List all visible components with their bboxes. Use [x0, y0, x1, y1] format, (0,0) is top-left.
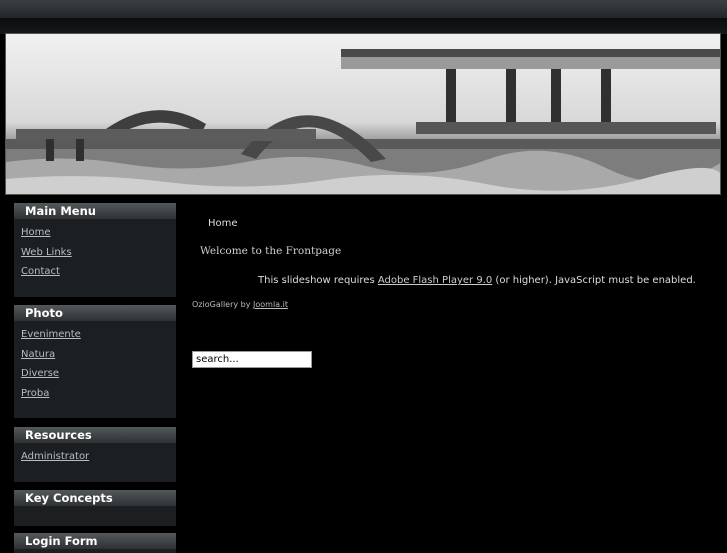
sidebar: Main Menu Home Web Links Contact Photo E…: [14, 203, 176, 553]
main-menu-list: Home Web Links Contact: [14, 219, 176, 288]
top-bar-shadow: [0, 18, 727, 34]
resources-link-administrator[interactable]: Administrator: [21, 451, 89, 462]
main-menu-title: Main Menu: [14, 203, 176, 219]
menu-link-home[interactable]: Home: [21, 227, 51, 238]
key-concepts-title: Key Concepts: [14, 490, 176, 506]
flash-message: This slideshow requires Adobe Flash Play…: [258, 275, 696, 286]
menu-link-contact[interactable]: Contact: [21, 266, 60, 277]
resources-title: Resources: [14, 427, 176, 443]
top-bar: [0, 0, 727, 18]
search-input[interactable]: [192, 351, 312, 368]
login-form-title: Login Form: [14, 533, 176, 549]
joomla-link[interactable]: Joomla.it: [253, 300, 288, 309]
photo-link-proba[interactable]: Proba: [21, 388, 49, 399]
flash-message-prefix: This slideshow requires: [258, 275, 378, 286]
photo-link-natura[interactable]: Natura: [21, 349, 55, 360]
photo-link-evenimente[interactable]: Evenimente: [21, 329, 81, 340]
resources-module: Resources Administrator: [14, 427, 176, 482]
photo-module: Photo Evenimente Natura Diverse Proba: [14, 305, 176, 418]
menu-link-web-links[interactable]: Web Links: [21, 247, 72, 258]
key-concepts-module: Key Concepts: [14, 490, 176, 526]
login-form-module: Login Form: [14, 533, 176, 553]
flash-message-suffix: (or higher). JavaScript must be enabled.: [492, 275, 696, 286]
photo-list: Evenimente Natura Diverse Proba: [14, 321, 176, 409]
resources-list: Administrator: [14, 443, 176, 473]
header-banner-image: [5, 33, 721, 195]
photo-title: Photo: [14, 305, 176, 321]
breadcrumb: Home: [208, 218, 238, 229]
ozio-credit-prefix: OzioGallery by: [192, 300, 254, 309]
main-menu-module: Main Menu Home Web Links Contact: [14, 203, 176, 297]
flash-player-link[interactable]: Adobe Flash Player 9.0: [378, 275, 492, 286]
ozio-credit: OzioGallery by Joomla.it: [192, 300, 288, 309]
photo-link-diverse[interactable]: Diverse: [21, 368, 59, 379]
page-title: Welcome to the Frontpage: [200, 245, 342, 257]
